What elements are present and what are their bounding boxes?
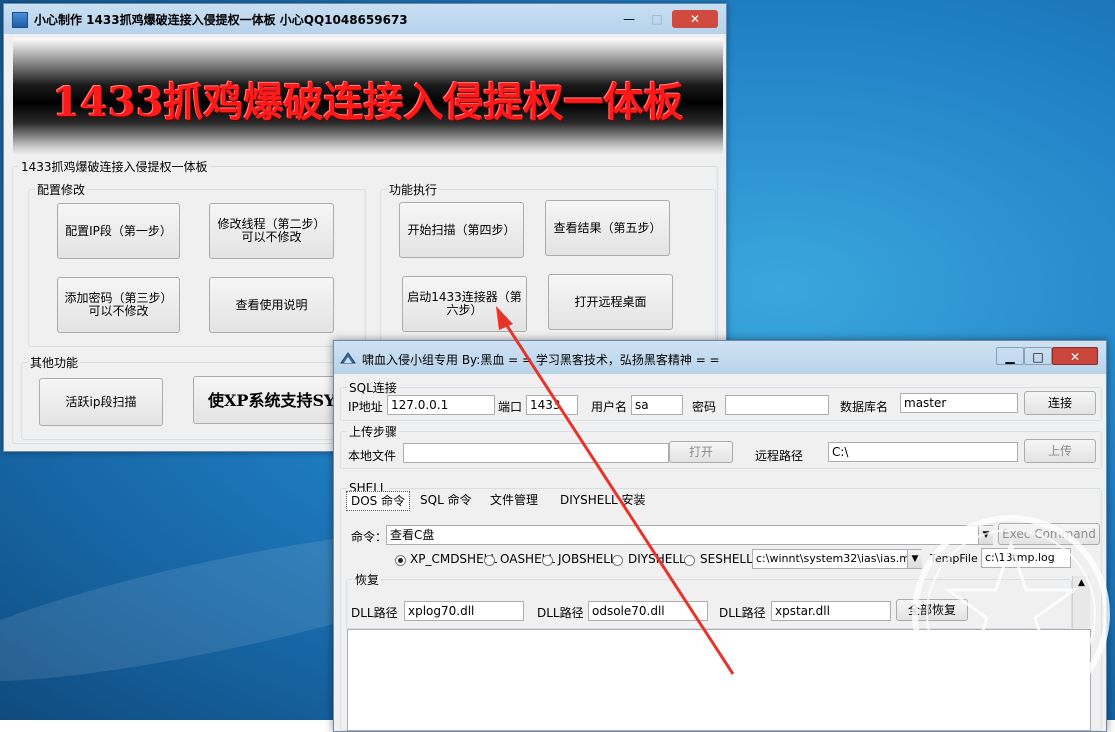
execute-group-legend: 功能执行 [389,183,438,197]
radio-oashell[interactable] [484,555,495,566]
add-password-button[interactable]: 添加密码（第三步）可以不修改 [57,277,180,333]
upload-button[interactable]: 上传 [1024,439,1096,463]
app-icon [340,352,356,364]
tab-sql-command[interactable]: SQL 命令 [416,489,476,511]
banner-image: 1433抓鸡爆破连接入侵提权一体板 [13,38,723,156]
close-button[interactable]: ✕ [1052,347,1098,365]
launch-connector-button[interactable]: 启动1433连接器（第六步） [402,276,527,332]
radio-seshell[interactable] [684,555,695,566]
view-instructions-button[interactable]: 查看使用说明 [209,277,334,333]
radio-xp-cmdshell[interactable] [395,555,406,566]
radio-diyshell-label: DIYSHELL [628,552,686,566]
ip-label: IP地址 [348,400,383,414]
upload-legend: 上传步骤 [349,425,398,439]
restore-legend: 恢复 [355,573,380,587]
command-dropdown-button[interactable]: ▼ [978,526,993,544]
app-icon [12,12,28,28]
restore-all-button[interactable]: 全部恢复 [896,599,968,621]
active-ip-scan-button[interactable]: 活跃ip段扫描 [39,378,163,426]
dll-path-label-3: DLL路径 [719,606,766,620]
local-file-input[interactable] [403,443,669,463]
open-file-button[interactable]: 打开 [669,441,733,463]
database-label: 数据库名 [840,400,889,414]
username-input[interactable]: sa [631,395,683,415]
modify-threads-button[interactable]: 修改线程（第二步）可以不修改 [209,203,334,259]
remote-path-label: 远程路径 [755,449,804,463]
radio-jobshell-label: JOBSHELL [558,552,617,566]
port-input[interactable]: 1433 [526,395,578,415]
output-textarea[interactable] [347,629,1091,731]
title-bar[interactable]: 小心制作 1433抓鸡爆破连接入侵提权一体板 小心QQ1048659673 — … [4,4,726,34]
username-label: 用户名 [591,400,628,414]
dll-path-input-1[interactable]: xplog70.dll [404,601,524,621]
radio-jobshell[interactable] [542,555,553,566]
dll-path-input-3[interactable]: xpstar.dll [771,601,891,621]
scroll-up-arrow-icon[interactable]: ▲ [1073,576,1090,590]
tempfile-input[interactable]: c:\13tmp.log [981,548,1071,568]
banner-title: 1433抓鸡爆破连接入侵提权一体板 [52,79,684,126]
other-group-legend: 其他功能 [30,356,79,370]
radio-seshell-label: SESHELL [700,552,753,566]
open-remote-desktop-button[interactable]: 打开远程桌面 [548,274,673,330]
local-file-label: 本地文件 [348,449,397,463]
exec-command-button[interactable]: Exec Command [998,523,1100,545]
remote-path-input[interactable]: C:\ [828,442,1018,462]
close-button[interactable]: ✕ [672,10,718,28]
tab-dos-command[interactable]: DOS 命令 [346,491,411,511]
tempfile-label: TempFile [930,552,978,565]
config-group-legend: 配置修改 [37,183,86,197]
ip-input[interactable]: 127.0.0.1 [387,395,495,415]
tab-diyshell-install[interactable]: DIYSHELL 安装 [556,489,650,511]
dll-path-label-1: DLL路径 [351,606,398,620]
sql-connect-legend: SQL连接 [349,381,397,395]
tab-file-manager[interactable]: 文件管理 [486,489,542,511]
main-group-legend: 1433抓鸡爆破连接入侵提权一体板 [21,160,208,174]
command-label: 命令： [351,530,388,544]
connect-button[interactable]: 连接 [1024,391,1096,415]
start-scan-button[interactable]: 开始扫描（第四步） [399,202,524,258]
maximize-button[interactable]: □ [1024,347,1052,365]
maximize-button[interactable]: □ [644,10,670,28]
title-bar[interactable]: 啸血入侵小组专用 By:黑血 = = 学习黑客技术，弘扬黑客精神 = = ▁ □… [334,341,1106,374]
shell-tab-strip: DOS 命令 SQL 命令 文件管理 DIYSHELL 安装 [344,489,674,513]
minimize-button[interactable]: — [616,10,642,28]
window-title: 啸血入侵小组专用 By:黑血 = = 学习黑客技术，弘扬黑客精神 = = [362,353,720,367]
database-input[interactable]: master [900,393,1018,413]
password-input[interactable] [725,395,829,415]
password-label: 密码 [692,400,717,414]
dll-path-input-2[interactable]: odsole70.dll [588,601,708,621]
view-results-button[interactable]: 查看结果（第五步） [545,200,670,256]
minimize-button[interactable]: ▁ [996,347,1024,365]
window-title: 小心制作 1433抓鸡爆破连接入侵提权一体板 小心QQ1048659673 [34,13,408,27]
shell-path-select[interactable]: c:\winnt\system32\ias\ias.mdb [752,549,922,569]
command-input[interactable]: 查看C盘 [386,525,993,545]
config-ip-button[interactable]: 配置IP段（第一步） [57,203,180,259]
radio-diyshell[interactable] [612,555,623,566]
dll-path-label-2: DLL路径 [537,606,584,620]
seal-text: 版权专用章 [958,657,1053,677]
shell-path-dropdown-button[interactable]: ▼ [907,550,922,568]
port-label: 端口 [498,400,523,414]
